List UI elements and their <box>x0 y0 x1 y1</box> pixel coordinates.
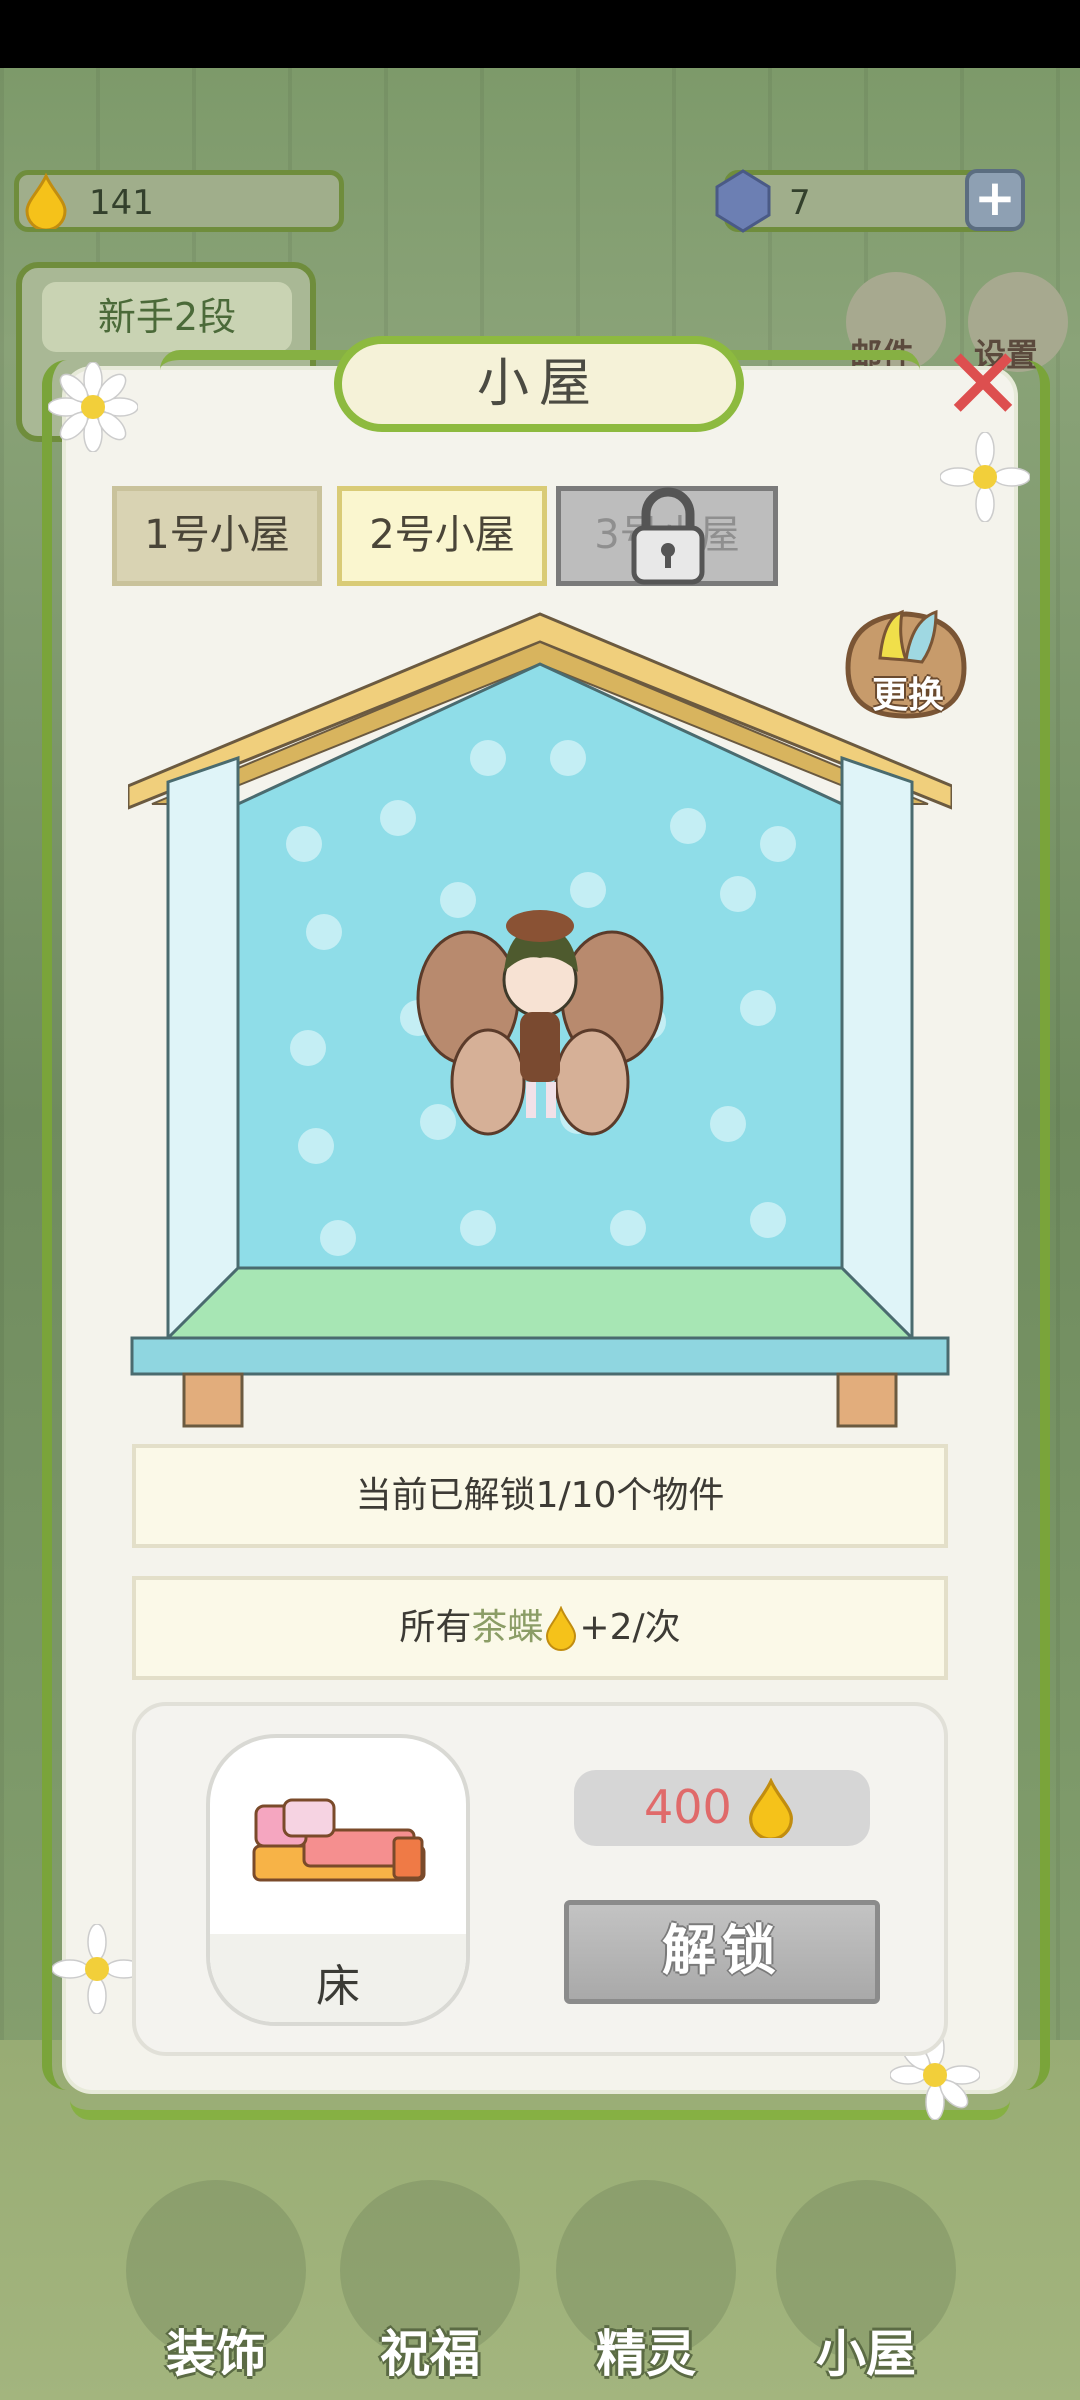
drop-icon <box>546 1606 577 1651</box>
unlock-button[interactable]: 解锁 <box>564 1900 880 2004</box>
drops-counter: 141 <box>14 170 344 232</box>
nav-spirit[interactable]: 精灵 <box>556 2180 736 2383</box>
vine-right <box>1000 360 1050 2090</box>
tab-cabin-2[interactable]: 2号小屋 <box>337 486 547 586</box>
unlock-progress-bar: 当前已解锁1/10个物件 <box>132 1444 948 1548</box>
unlock-progress-text: 当前已解锁1/10个物件 <box>355 1475 725 1516</box>
gems-counter: 7 + <box>715 169 1025 233</box>
status-bar <box>0 0 1080 68</box>
nav-decorate-label: 装饰 <box>166 2325 266 2383</box>
panel-title: 小屋 <box>334 336 744 432</box>
vine-bottom <box>70 2080 1010 2120</box>
daisy-icon <box>48 362 138 452</box>
nav-blessing[interactable]: 祝福 <box>340 2180 520 2383</box>
nav-spirit-label: 精灵 <box>596 2325 696 2383</box>
drops-value: 141 <box>89 183 154 223</box>
price-value: 400 <box>644 1780 732 1834</box>
nav-cabin-label: 小屋 <box>816 2325 916 2383</box>
daisy-icon <box>940 432 1030 522</box>
bonus-highlight: 茶蝶 <box>471 1607 544 1648</box>
daisy-icon <box>52 1924 142 2014</box>
cabin-house <box>128 612 952 1428</box>
add-gems-button[interactable]: + <box>965 169 1025 231</box>
lock-icon <box>631 487 705 585</box>
bonus-bar: 所有茶蝶 +2/次 <box>132 1576 948 1680</box>
vine-left <box>42 360 92 2090</box>
gems-value: 7 <box>789 183 811 223</box>
bed-icon <box>252 1798 426 1882</box>
nav-decorate[interactable]: 装饰 <box>126 2180 306 2383</box>
gem-icon <box>715 169 771 233</box>
item-name: 床 <box>316 1961 360 2012</box>
rank-title: 新手2段 <box>42 282 292 352</box>
drop-icon <box>25 173 67 229</box>
bonus-prefix: 所有 <box>399 1607 472 1648</box>
tab-cabin-1[interactable]: 1号小屋 <box>112 486 322 586</box>
nav-cabin[interactable]: 小屋 <box>776 2180 956 2383</box>
close-button[interactable]: ✕ <box>938 335 1028 435</box>
nav-blessing-label: 祝福 <box>380 2325 480 2383</box>
drop-icon <box>749 1778 793 1838</box>
bonus-suffix: +2/次 <box>579 1607 681 1648</box>
